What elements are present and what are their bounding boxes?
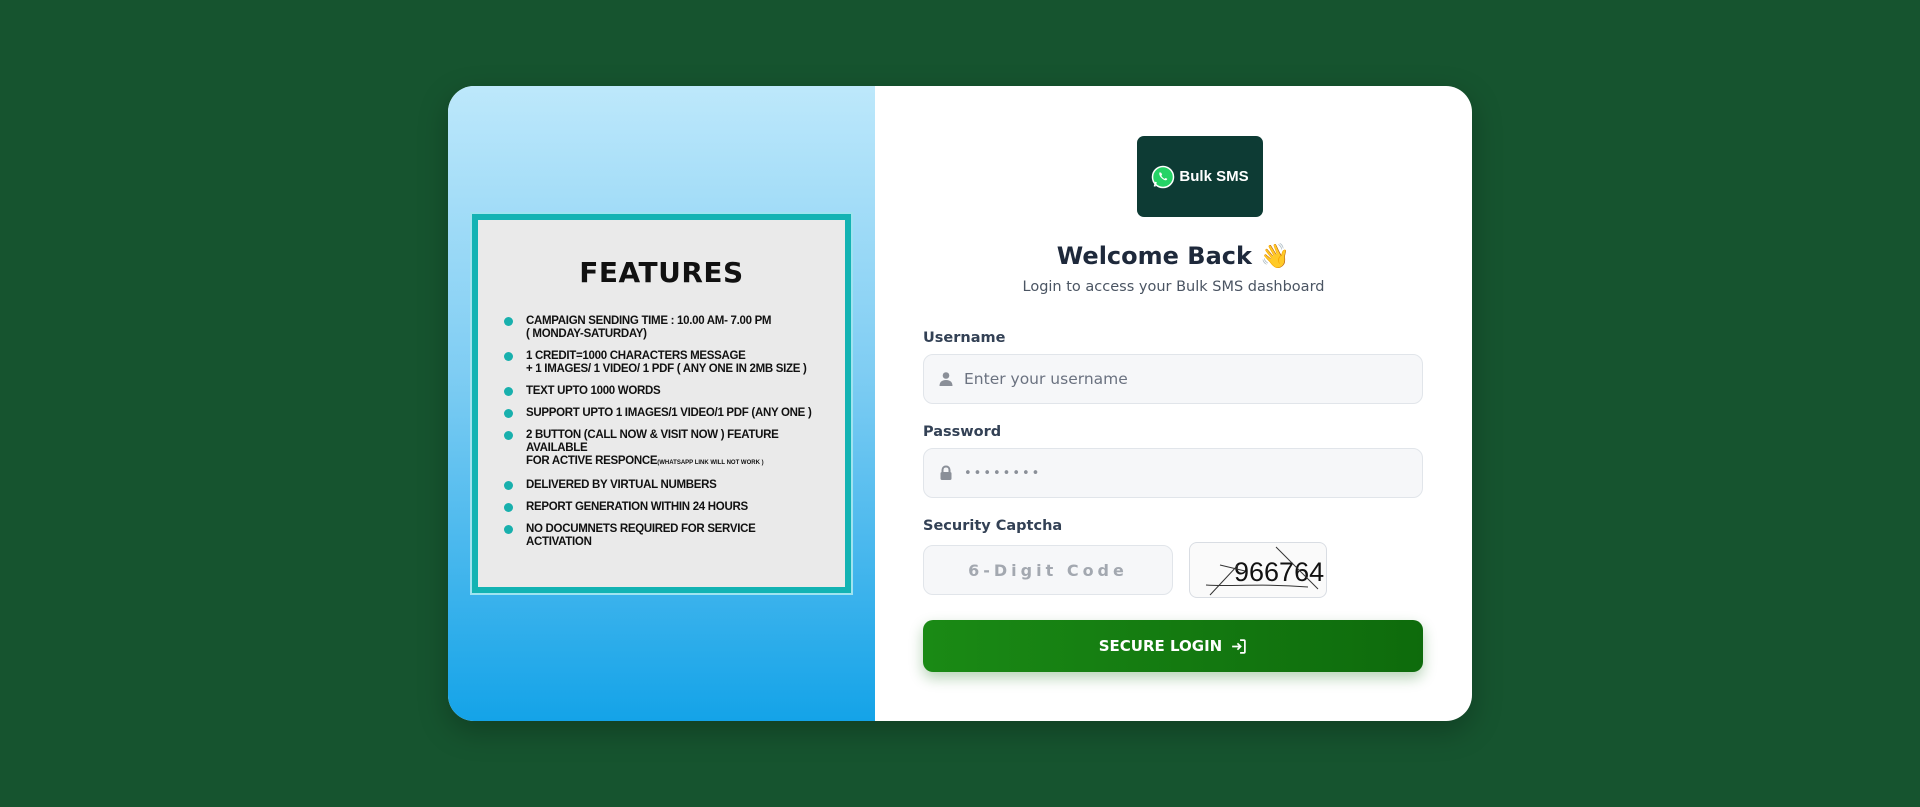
user-icon [939, 372, 953, 386]
sign-in-icon [1232, 638, 1246, 654]
login-button-label: SECURE LOGIN [1098, 637, 1223, 655]
feature-line2: + 1 IMAGES/ 1 VIDEO/ 1 PDF ( ANY ONE IN … [526, 363, 807, 375]
feature-note: (WHATSAPP LINK WILL NOT WORK ) [657, 460, 764, 466]
features-panel: FEATURES CAMPAIGN SENDING TIME : 10.00 A… [448, 86, 875, 721]
bullet-icon [504, 317, 513, 326]
page-subtitle: Login to access your Bulk SMS dashboard [1022, 279, 1325, 295]
feature-line1: TEXT UPTO 1000 WORDS [526, 385, 661, 397]
login-panel: Bulk SMS Welcome Back 👋 Login to access … [875, 86, 1472, 721]
feature-line1: 1 CREDIT=1000 CHARACTERS MESSAGE [526, 350, 746, 362]
secure-login-button[interactable]: SECURE LOGIN [923, 620, 1423, 672]
feature-item: DELIVERED BY VIRTUAL NUMBERS [504, 479, 819, 492]
feature-line1: REPORT GENERATION WITHIN 24 HOURS [526, 501, 748, 513]
features-banner-inner: FEATURES CAMPAIGN SENDING TIME : 10.00 A… [478, 220, 845, 587]
bullet-icon [504, 431, 513, 440]
lock-icon [940, 465, 952, 480]
feature-item: SUPPORT UPTO 1 IMAGES/1 VIDEO/1 PDF (ANY… [504, 407, 819, 420]
feature-line1: SUPPORT UPTO 1 IMAGES/1 VIDEO/1 PDF (ANY… [526, 407, 812, 419]
captcha-input[interactable] [938, 560, 1158, 580]
password-input[interactable]: •••••••• [964, 466, 1041, 481]
feature-line1: DELIVERED BY VIRTUAL NUMBERS [526, 479, 717, 491]
page-title: Welcome Back 👋 [1056, 242, 1291, 270]
feature-item: CAMPAIGN SENDING TIME : 10.00 AM- 7.00 P… [504, 315, 819, 341]
feature-line1: CAMPAIGN SENDING TIME : 10.00 AM- 7.00 P… [526, 315, 772, 327]
feature-item: NO DOCUMNETS REQUIRED FOR SERVICE ACTIVA… [504, 523, 819, 549]
features-list: CAMPAIGN SENDING TIME : 10.00 AM- 7.00 P… [504, 315, 819, 549]
logo-text: Bulk SMS [1179, 168, 1249, 185]
username-label: Username [923, 330, 1006, 346]
captcha-noise [1205, 546, 1319, 596]
feature-line2: FOR ACTIVE RESPONCE [526, 455, 658, 467]
captcha-label: Security Captcha [923, 518, 1063, 534]
feature-line2: ( MONDAY-SATURDAY) [526, 328, 647, 340]
username-field[interactable] [923, 354, 1423, 404]
feature-item: REPORT GENERATION WITHIN 24 HOURS [504, 501, 819, 514]
login-card: FEATURES CAMPAIGN SENDING TIME : 10.00 A… [448, 86, 1472, 721]
feature-item: 1 CREDIT=1000 CHARACTERS MESSAGE + 1 IMA… [504, 350, 819, 376]
bullet-icon [504, 409, 513, 418]
bullet-icon [504, 503, 513, 512]
password-field[interactable]: •••••••• [923, 448, 1423, 498]
bullet-icon [504, 481, 513, 490]
feature-item: TEXT UPTO 1000 WORDS [504, 385, 819, 398]
captcha-field[interactable] [923, 545, 1173, 595]
bullet-icon [504, 525, 513, 534]
whatsapp-icon [1152, 165, 1175, 188]
feature-line1: 2 BUTTON (CALL NOW & VISIT NOW ) FEATURE… [526, 429, 779, 454]
bullet-icon [504, 387, 513, 396]
features-title: FEATURES [579, 256, 744, 289]
brand-logo: Bulk SMS [1137, 136, 1263, 217]
password-label: Password [923, 424, 1002, 440]
feature-item: 2 BUTTON (CALL NOW & VISIT NOW ) FEATURE… [504, 429, 819, 470]
features-banner: FEATURES CAMPAIGN SENDING TIME : 10.00 A… [470, 212, 853, 595]
bullet-icon [504, 352, 513, 361]
feature-line1: NO DOCUMNETS REQUIRED FOR SERVICE ACTIVA… [526, 523, 756, 548]
username-input[interactable] [964, 370, 1404, 388]
captcha-image[interactable]: 966764 [1189, 542, 1327, 598]
